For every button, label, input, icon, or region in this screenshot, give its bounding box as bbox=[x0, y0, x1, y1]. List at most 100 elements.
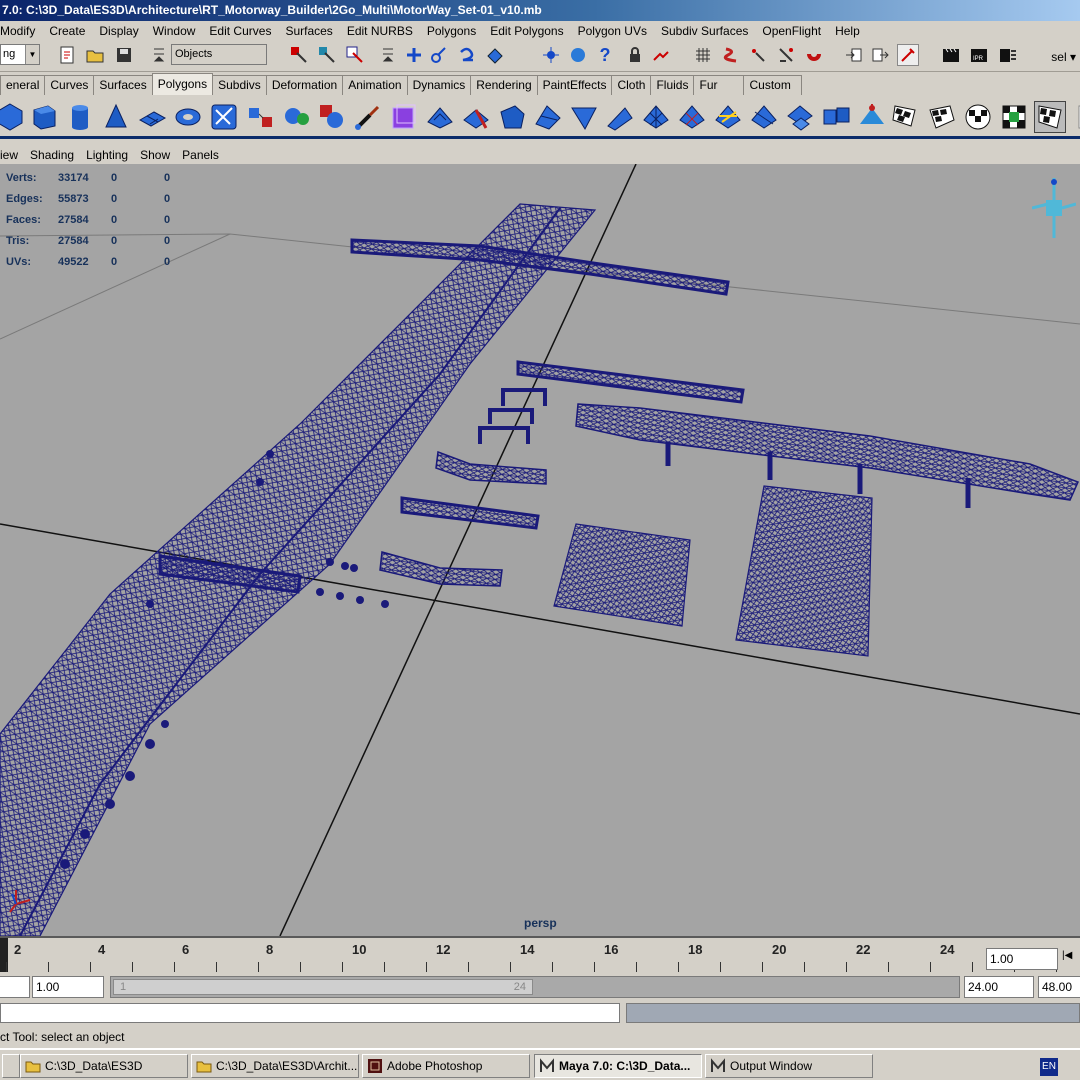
separate-icon[interactable] bbox=[281, 101, 313, 133]
extrude-face-icon[interactable] bbox=[424, 101, 456, 133]
menu-set-dropdown[interactable]: ng ▼ bbox=[0, 44, 40, 65]
combine-icon[interactable] bbox=[245, 101, 277, 133]
menu-openflight[interactable]: OpenFlight bbox=[755, 24, 828, 38]
checker-cube-icon[interactable] bbox=[998, 101, 1030, 133]
merge-vertex-icon[interactable] bbox=[856, 101, 888, 133]
time-slider[interactable]: 2 4 6 8 10 12 14 16 18 20 22 24 1.00 |◀ bbox=[0, 936, 1080, 972]
menu-subdiv-surfaces[interactable]: Subdiv Surfaces bbox=[654, 24, 755, 38]
checker-flag-icon[interactable] bbox=[890, 101, 922, 133]
tab-curves[interactable]: Curves bbox=[44, 75, 95, 95]
range-end-field[interactable]: 24.00 bbox=[964, 976, 1034, 998]
lock-icon[interactable] bbox=[624, 44, 646, 66]
cut-faces-icon[interactable] bbox=[748, 101, 780, 133]
proxy-cube-icon[interactable] bbox=[388, 101, 420, 133]
boolean-icon[interactable] bbox=[316, 101, 348, 133]
extrude-edge-icon[interactable] bbox=[460, 101, 492, 133]
selection-mask-field[interactable]: Objects bbox=[171, 44, 267, 65]
wedge-face-icon[interactable] bbox=[568, 101, 600, 133]
curve-snap-icon[interactable] bbox=[456, 44, 478, 66]
poly-cube-icon[interactable] bbox=[28, 101, 60, 133]
poly-cone-icon[interactable] bbox=[100, 101, 132, 133]
add-point-icon[interactable] bbox=[403, 44, 425, 66]
help-question-icon[interactable]: ? bbox=[594, 44, 616, 66]
paint-brush-icon[interactable] bbox=[352, 101, 384, 133]
snap-view-icon[interactable] bbox=[775, 44, 797, 66]
view-cube-icon[interactable] bbox=[1031, 178, 1077, 240]
poly-sphere-icon[interactable] bbox=[0, 101, 26, 133]
menu-surfaces[interactable]: Surfaces bbox=[278, 24, 339, 38]
checker-uv-icon[interactable] bbox=[926, 101, 958, 133]
extract-icon[interactable] bbox=[820, 101, 852, 133]
construction-history-icon[interactable] bbox=[897, 44, 919, 66]
menu-polygon-uvs[interactable]: Polygon UVs bbox=[571, 24, 654, 38]
taskbar-item[interactable]: C:\3D_Data\ES3D\Archit... bbox=[191, 1054, 359, 1078]
tab-animation[interactable]: Animation bbox=[342, 75, 408, 95]
save-scene-icon[interactable] bbox=[113, 44, 135, 66]
output-ops-icon[interactable] bbox=[869, 44, 891, 66]
snap-point-icon[interactable] bbox=[747, 44, 769, 66]
menu-polygons[interactable]: Polygons bbox=[420, 24, 483, 38]
poly-plane-icon[interactable] bbox=[136, 101, 168, 133]
menu-edit-nurbs[interactable]: Edit NURBS bbox=[340, 24, 420, 38]
panel-menu-panels[interactable]: Panels bbox=[182, 148, 225, 162]
tab-fur[interactable]: Fur bbox=[693, 75, 745, 95]
split-edge-ring-icon[interactable] bbox=[712, 101, 744, 133]
open-scene-icon[interactable] bbox=[84, 44, 106, 66]
sel-field[interactable]: sel ▾ bbox=[1051, 50, 1076, 64]
collapse-icon[interactable] bbox=[604, 101, 636, 133]
start-button[interactable] bbox=[2, 1054, 20, 1078]
select-component-icon[interactable] bbox=[344, 44, 366, 66]
menu-display[interactable]: Display bbox=[92, 24, 145, 38]
tab-cloth[interactable]: Cloth bbox=[611, 75, 652, 95]
panel-menu-view[interactable]: iew bbox=[0, 148, 24, 162]
tab-polygons[interactable]: Polygons bbox=[151, 73, 214, 95]
poly-cylinder-icon[interactable] bbox=[64, 101, 96, 133]
perspective-viewport[interactable]: Verts: 33174 0 0 Edges: 55873 0 0 Faces: 27584 0… bbox=[0, 164, 1080, 936]
range-slider-track[interactable]: 1 24 bbox=[110, 976, 960, 998]
render-sphere-icon[interactable] bbox=[567, 44, 589, 66]
snap-curve-icon[interactable] bbox=[720, 44, 742, 66]
step-back-icon[interactable]: |◀ bbox=[1062, 950, 1072, 961]
menu-modify[interactable]: Modify bbox=[0, 24, 42, 38]
input-ops-icon[interactable] bbox=[843, 44, 865, 66]
history-icon[interactable] bbox=[540, 44, 562, 66]
surface-snap-icon[interactable] bbox=[484, 44, 506, 66]
taskbar-item-active[interactable]: Maya 7.0: C:\3D_Data... bbox=[534, 1054, 702, 1078]
tab-rendering[interactable]: Rendering bbox=[470, 75, 538, 95]
panel-menu-lighting[interactable]: Lighting bbox=[86, 148, 134, 162]
grid-icon[interactable] bbox=[692, 44, 714, 66]
menu-window[interactable]: Window bbox=[146, 24, 203, 38]
tab-painteffects[interactable]: PaintEffects bbox=[536, 75, 613, 95]
snap-grid-icon[interactable] bbox=[650, 44, 672, 66]
shelf-scroll-icon[interactable] bbox=[1068, 101, 1080, 133]
panel-menu-shading[interactable]: Shading bbox=[30, 148, 80, 162]
render-settings-icon[interactable] bbox=[997, 44, 1019, 66]
smooth-icon[interactable] bbox=[676, 101, 708, 133]
tab-surfaces[interactable]: Surfaces bbox=[93, 75, 153, 95]
new-scene-icon[interactable] bbox=[56, 44, 78, 66]
command-input[interactable] bbox=[0, 1003, 620, 1023]
tab-dynamics[interactable]: Dynamics bbox=[406, 75, 472, 95]
tab-general[interactable]: eneral bbox=[0, 75, 46, 95]
bevel-icon[interactable] bbox=[496, 101, 528, 133]
subdivide-icon[interactable] bbox=[640, 101, 672, 133]
menu-edit-polygons[interactable]: Edit Polygons bbox=[483, 24, 570, 38]
tab-fluids[interactable]: Fluids bbox=[650, 75, 695, 95]
tab-subdivs[interactable]: Subdivs bbox=[212, 75, 267, 95]
panel-menu-show[interactable]: Show bbox=[140, 148, 176, 162]
create-polygon-icon[interactable] bbox=[208, 101, 240, 133]
tab-custom[interactable]: Custom bbox=[743, 75, 802, 95]
language-indicator[interactable]: EN bbox=[1040, 1058, 1058, 1076]
taskbar-item[interactable]: Adobe Photoshop bbox=[362, 1054, 530, 1078]
render-clapper-icon[interactable] bbox=[940, 44, 962, 66]
select-object-icon[interactable] bbox=[316, 44, 338, 66]
link-icon[interactable] bbox=[428, 44, 450, 66]
checker-selected-icon[interactable] bbox=[1034, 101, 1066, 133]
taskbar-item[interactable]: C:\3D_Data\ES3D bbox=[20, 1054, 188, 1078]
range-slider-handle[interactable]: 1 24 bbox=[113, 979, 533, 995]
checker-shell-icon[interactable] bbox=[962, 101, 994, 133]
selection-mode-icon[interactable] bbox=[148, 44, 170, 66]
ipr-render-icon[interactable]: IPR bbox=[968, 44, 990, 66]
poly-torus-icon[interactable] bbox=[172, 101, 204, 133]
anim-end-field[interactable]: 48.00 bbox=[1038, 976, 1080, 998]
